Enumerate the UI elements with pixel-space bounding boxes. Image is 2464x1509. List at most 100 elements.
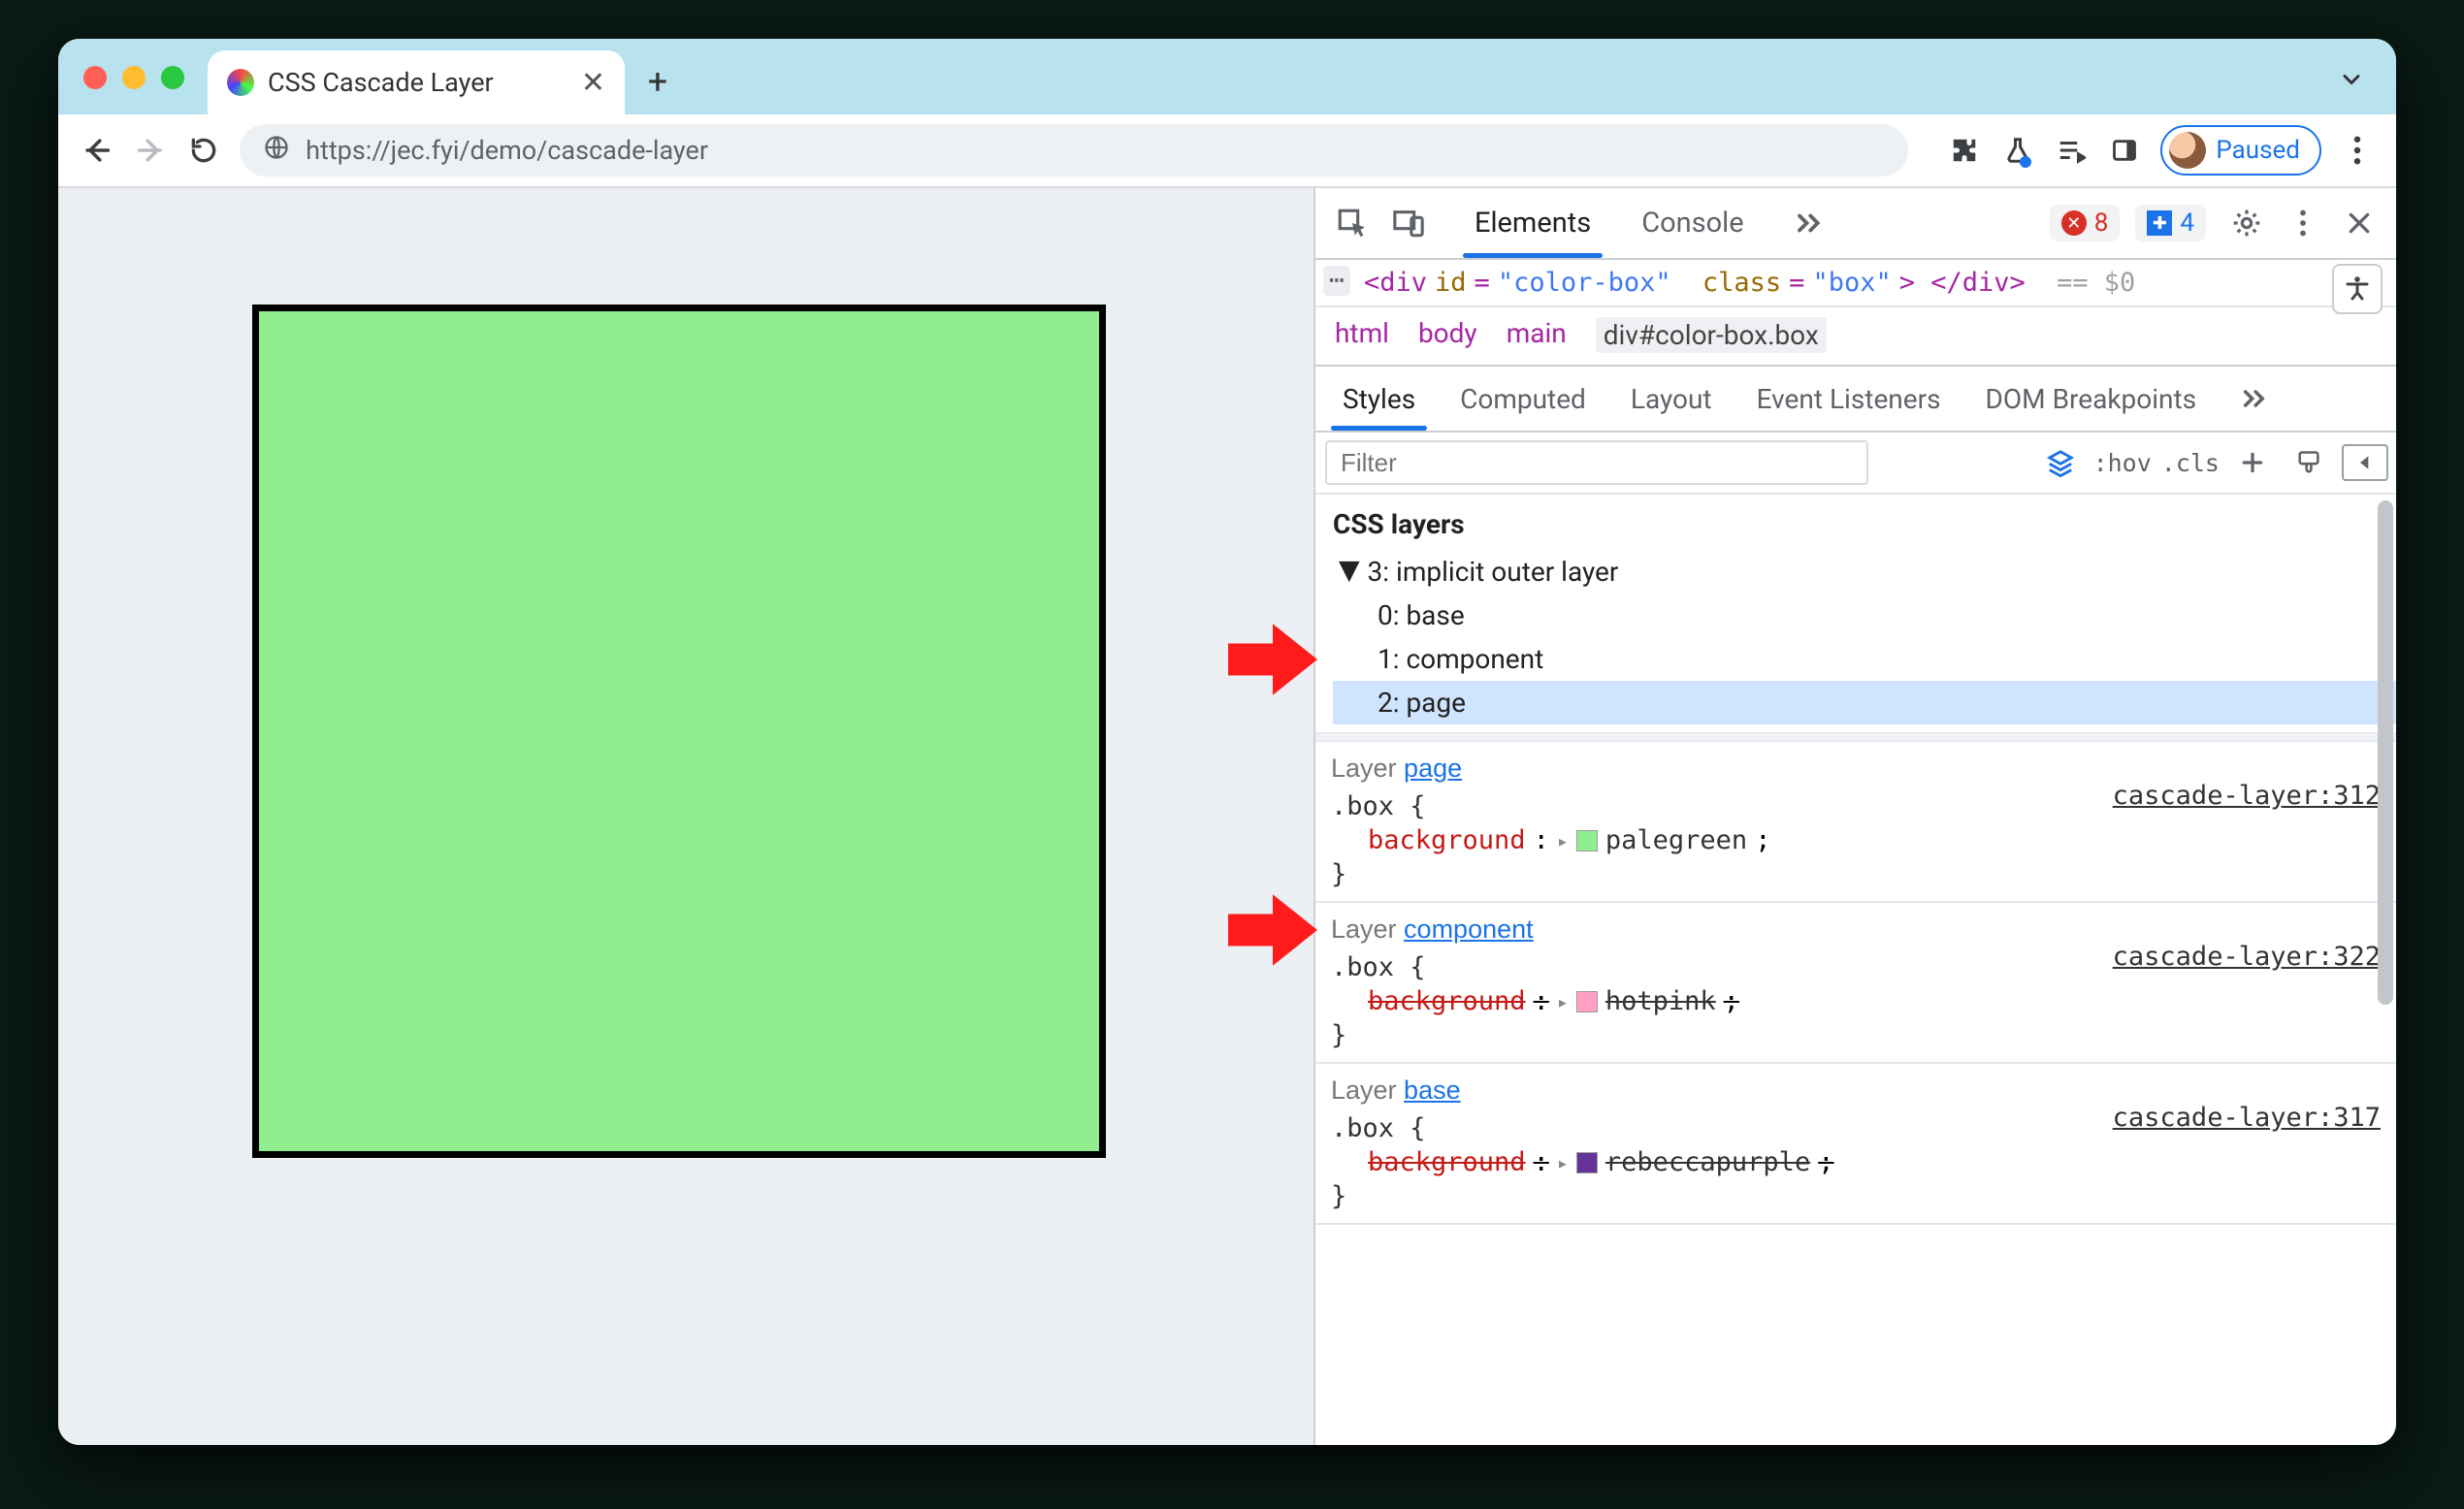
color-swatch[interactable] (1576, 1152, 1598, 1173)
rule-declaration[interactable]: background: ▸ palegreen; (1331, 821, 2381, 859)
expand-shorthand-icon[interactable]: ▸ (1557, 829, 1569, 852)
layers-tree: ▶3: implicit outer layer 0: base 1: comp… (1315, 550, 2396, 732)
devtools-body: ⋯ <div id="color-box" class="box" > </di… (1315, 260, 2396, 1445)
style-rule: Layer component cascade-layer:322 .box {… (1315, 903, 2396, 1064)
crumb-body[interactable]: body (1418, 317, 1477, 353)
color-swatch[interactable] (1576, 830, 1598, 851)
devtools-panel: Elements Console ✕ 8 ✚ 4 (1313, 188, 2396, 1445)
plus-icon (2240, 450, 2265, 475)
expand-ancestors-button[interactable]: ⋯ (1323, 266, 1350, 296)
scrollbar[interactable] (2375, 495, 2396, 1445)
devtools-menu-button[interactable] (2278, 198, 2328, 248)
rule-declaration[interactable]: background: ▸ hotpink; (1331, 982, 2381, 1020)
tab-title: CSS Cascade Layer (268, 67, 567, 98)
breadcrumb: html body main div#color-box.box (1315, 307, 2396, 367)
hov-button[interactable]: :hov (2093, 440, 2152, 485)
window-controls (83, 66, 184, 89)
crumb-selected[interactable]: div#color-box.box (1596, 317, 1827, 353)
experiments-button[interactable] (2000, 129, 2034, 172)
tree-root[interactable]: ▶3: implicit outer layer (1333, 550, 2396, 594)
favicon-icon (227, 69, 254, 96)
tab-console[interactable]: Console (1616, 188, 1768, 258)
browser-tab[interactable]: CSS Cascade Layer ✕ (208, 50, 625, 114)
errors-count: 8 (2094, 209, 2109, 238)
expand-shorthand-icon[interactable]: ▸ (1557, 1151, 1569, 1174)
errors-indicator[interactable]: ✕ 8 (2050, 205, 2121, 241)
layer-link[interactable]: base (1404, 1076, 1461, 1105)
subtab-dom-breakpoints[interactable]: DOM Breakpoints (1964, 367, 2219, 431)
arrow-right-icon (134, 134, 167, 167)
expand-shorthand-icon[interactable]: ▸ (1557, 990, 1569, 1013)
subtab-more[interactable] (2220, 367, 2289, 431)
forward-button[interactable] (133, 129, 167, 172)
tab-elements[interactable]: Elements (1449, 188, 1616, 258)
rule-declaration[interactable]: background: ▸ rebeccapurple; (1331, 1143, 2381, 1181)
subtab-layout[interactable]: Layout (1609, 367, 1734, 431)
side-panel-button[interactable] (2107, 129, 2141, 172)
dom-selected-line[interactable]: ⋯ <div id="color-box" class="box" > </di… (1315, 260, 2396, 307)
layers-icon (2046, 448, 2075, 477)
globe-icon (263, 134, 290, 168)
tree-item-2[interactable]: 2: page (1333, 681, 2396, 724)
url-text: https://jec.fyi/demo/cascade-layer (306, 135, 708, 166)
gear-icon (2231, 208, 2262, 239)
annotation-arrow-2 (1228, 892, 1317, 968)
error-icon: ✕ (2061, 210, 2087, 236)
triangle-left-icon (2355, 453, 2375, 472)
inspect-icon (1336, 207, 1369, 240)
new-rule-button[interactable] (2229, 440, 2276, 485)
toggle-layers-button[interactable] (2037, 440, 2084, 485)
rule-source-link[interactable]: cascade-layer:322 (2113, 942, 2381, 972)
layer-link[interactable]: component (1404, 915, 1534, 944)
tab-more[interactable] (1769, 188, 1849, 258)
computed-sidebar-button[interactable] (2342, 444, 2388, 481)
close-window-button[interactable] (83, 66, 107, 89)
extensions-button[interactable] (1947, 129, 1981, 172)
menu-button[interactable] (2341, 129, 2375, 172)
scrollbar-thumb[interactable] (2378, 500, 2393, 1005)
chevrons-right-icon (2241, 388, 2268, 409)
styles-panel: CSS layers ▶3: implicit outer layer 0: b… (1315, 495, 2396, 1445)
issues-indicator[interactable]: ✚ 4 (2135, 205, 2206, 241)
subtab-listeners[interactable]: Event Listeners (1735, 367, 1962, 431)
rendering-button[interactable] (2286, 440, 2332, 485)
cls-button[interactable]: .cls (2161, 440, 2220, 485)
device-toggle-button[interactable] (1383, 198, 1434, 248)
panel-icon (2111, 137, 2138, 164)
inspect-button[interactable] (1327, 198, 1378, 248)
flask-icon (2003, 136, 2032, 165)
color-swatch[interactable] (1576, 991, 1598, 1012)
rule-source-link[interactable]: cascade-layer:312 (2113, 781, 2381, 811)
profile-paused-chip[interactable]: Paused (2160, 125, 2321, 176)
subtab-styles[interactable]: Styles (1321, 367, 1437, 431)
crumb-main[interactable]: main (1507, 317, 1567, 353)
maximize-window-button[interactable] (161, 66, 184, 89)
reload-icon (188, 135, 219, 166)
crumb-html[interactable]: html (1335, 317, 1389, 353)
reload-button[interactable] (186, 129, 220, 172)
back-button[interactable] (80, 129, 113, 172)
new-tab-button[interactable]: + (638, 62, 677, 101)
style-rule: Layer base cascade-layer:317 .box { back… (1315, 1064, 2396, 1225)
styles-filter-input[interactable] (1325, 440, 1868, 485)
settings-button[interactable] (2221, 198, 2272, 248)
tabs-menu-button[interactable] (2332, 60, 2371, 99)
layer-link[interactable]: page (1404, 754, 1462, 783)
puzzle-icon (1950, 136, 1979, 165)
paused-label: Paused (2216, 136, 2300, 165)
content-area: Elements Console ✕ 8 ✚ 4 (58, 188, 2396, 1445)
media-button[interactable] (2054, 129, 2088, 172)
rule-source-link[interactable]: cascade-layer:317 (2113, 1103, 2381, 1133)
devtools-close-button[interactable] (2334, 198, 2384, 248)
devices-icon (1392, 207, 1425, 240)
issues-count: 4 (2180, 209, 2194, 238)
subtab-computed[interactable]: Computed (1439, 367, 1607, 431)
tree-item-0[interactable]: 0: base (1333, 594, 2396, 637)
chevrons-right-icon (1795, 211, 1824, 235)
accessibility-button[interactable] (2332, 264, 2383, 314)
tree-item-1[interactable]: 1: component (1333, 637, 2396, 681)
close-tab-button[interactable]: ✕ (581, 66, 605, 100)
minimize-window-button[interactable] (122, 66, 146, 89)
toolbar: https://jec.fyi/demo/cascade-layer Pause… (58, 114, 2396, 188)
address-bar[interactable]: https://jec.fyi/demo/cascade-layer (240, 124, 1908, 177)
